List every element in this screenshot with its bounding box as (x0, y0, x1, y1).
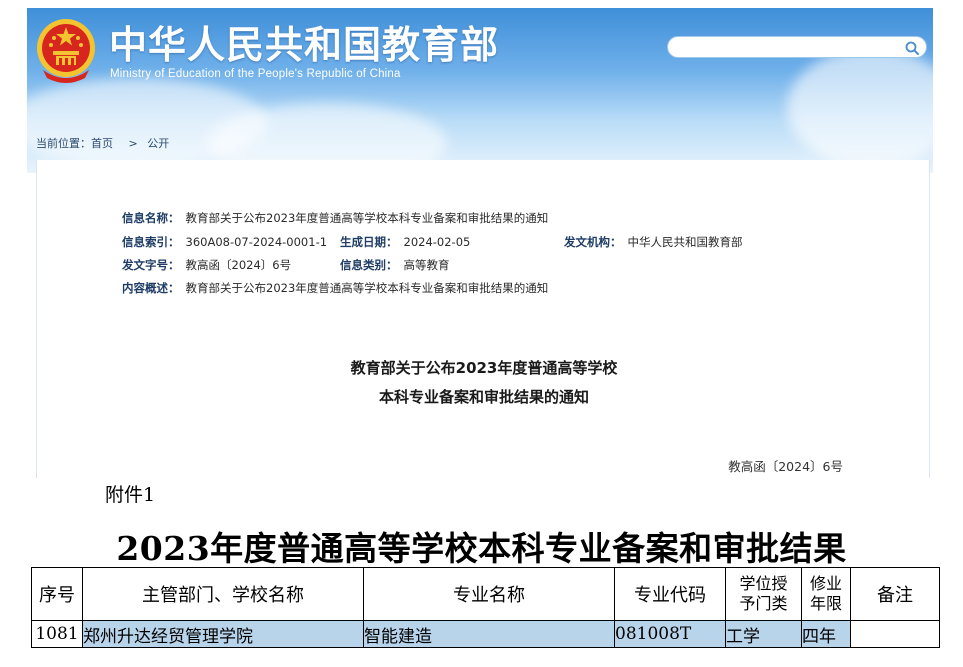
meta-value: 高等教育 (403, 258, 450, 272)
breadcrumb-current-link[interactable]: 公开 (147, 137, 169, 150)
header-major: 专业名称 (363, 567, 615, 621)
meta-label: 内容概述： (122, 281, 180, 295)
table-row: 1081 郑州升达经贸管理学院 智能建造 081008T 工学 四年 (31, 620, 940, 648)
cell-degree-category: 工学 (725, 620, 802, 648)
meta-docno: 发文字号： 教高函〔2024〕6号 (122, 257, 291, 273)
cell-major: 智能建造 (363, 620, 615, 648)
meta-label: 信息类别： (340, 258, 398, 272)
meta-category: 信息类别： 高等教育 (340, 257, 450, 273)
header-years-line1: 修业 (809, 574, 842, 593)
breadcrumb-separator: > (128, 137, 138, 150)
search-input[interactable] (678, 39, 897, 57)
meta-label: 信息索引： (122, 235, 180, 249)
meta-value: 教高函〔2024〕6号 (185, 258, 292, 272)
cell-school: 郑州升达经贸管理学院 (82, 620, 364, 648)
header-years: 修业 年限 (801, 567, 851, 621)
header-note: 备注 (850, 567, 940, 621)
meta-label: 发文机构： (564, 235, 622, 249)
table-header-row: 序号 主管部门、学校名称 专业名称 专业代码 学位授 予门类 修业 年限 备注 (31, 567, 940, 621)
header-school: 主管部门、学校名称 (82, 567, 364, 621)
meta-date: 生成日期： 2024-02-05 (340, 234, 470, 250)
cell-years: 四年 (801, 620, 851, 648)
meta-org: 发文机构： 中华人民共和国教育部 (564, 234, 743, 250)
meta-summary: 内容概述： 教育部关于公布2023年度普通高等学校本科专业备案和审批结果的通知 (122, 280, 548, 296)
article-title-line2: 本科专业备案和审批结果的通知 (378, 388, 589, 406)
article-doc-number: 教高函〔2024〕6号 (728, 459, 843, 474)
cell-seq: 1081 (31, 620, 83, 648)
site-title[interactable]: 中华人民共和国教育部 (109, 14, 499, 69)
meta-value: 教育部关于公布2023年度普通高等学校本科专业备案和审批结果的通知 (185, 211, 549, 225)
breadcrumb-prefix: 当前位置： (36, 137, 91, 150)
article-title-line1: 教育部关于公布2023年度普通高等学校 (350, 359, 618, 377)
cell-code: 081008T (614, 620, 726, 648)
result-table: 序号 主管部门、学校名称 专业名称 专业代码 学位授 予门类 修业 年限 备注 10… (31, 567, 940, 648)
meta-label: 发文字号： (122, 258, 180, 272)
breadcrumb: 当前位置：首页 > 公开 (36, 135, 175, 151)
article-panel: 信息名称： 教育部关于公布2023年度普通高等学校本科专业备案和审批结果的通知 信… (36, 160, 930, 478)
meta-value: 中华人民共和国教育部 (627, 235, 743, 249)
meta-value: 360A08-07-2024-0001-1 (185, 235, 328, 249)
meta-label: 生成日期： (340, 235, 398, 249)
cell-note (850, 620, 940, 648)
search-box (667, 36, 927, 58)
meta-info-name: 信息名称： 教育部关于公布2023年度普通高等学校本科专业备案和审批结果的通知 (122, 210, 548, 226)
header-degree-category-line1: 学位授 (739, 574, 788, 593)
header-code: 专业代码 (614, 567, 726, 621)
header-seq: 序号 (31, 567, 83, 621)
meta-value: 2024-02-05 (403, 235, 471, 249)
header-degree-category-line2: 予门类 (739, 594, 788, 613)
national-emblem-icon[interactable] (35, 16, 97, 86)
meta-info-index-row: 信息索引： 360A08-07-2024-0001-1 (122, 234, 327, 250)
meta-label: 信息名称： (122, 211, 180, 225)
search-icon[interactable] (904, 40, 920, 56)
site-subtitle: Ministry of Education of the People's Re… (110, 68, 401, 80)
breadcrumb-home-link[interactable]: 首页 (91, 137, 113, 150)
meta-value: 教育部关于公布2023年度普通高等学校本科专业备案和审批结果的通知 (185, 281, 549, 295)
site-header: 中华人民共和国教育部 Ministry of Education of the … (27, 8, 933, 173)
attachment-label: 附件1 (105, 484, 156, 506)
attachment-title: 2023年度普通高等学校本科专业备案和审批结果 (116, 529, 847, 568)
header-years-line2: 年限 (809, 594, 842, 613)
header-cloud-decoration (787, 48, 933, 168)
header-degree-category: 学位授 予门类 (725, 567, 802, 621)
